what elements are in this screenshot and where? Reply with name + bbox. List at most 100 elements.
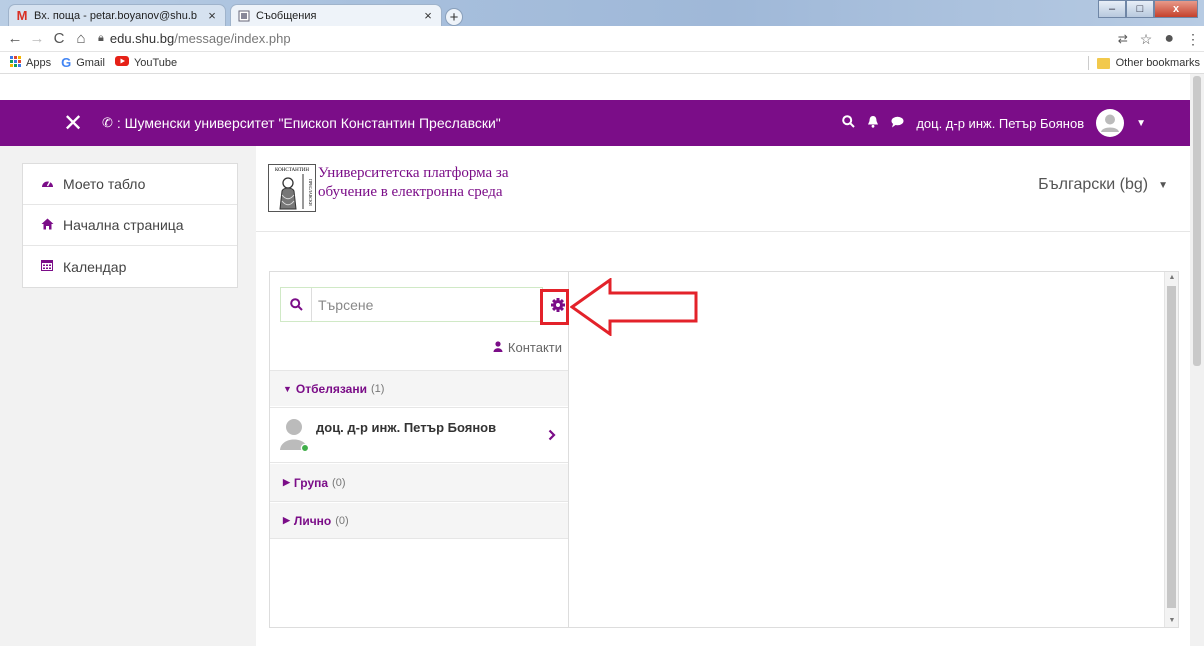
section-starred[interactable]: ▼ Отбелязани (1) [270,370,568,406]
avatar [278,416,310,457]
back-icon[interactable]: ← [4,30,26,47]
bookmark-youtube[interactable]: YouTube [114,56,178,69]
address-bar: ← → C ⌂ 🔒︎ edu.shu.bg/message/index.php … [0,26,1204,52]
bookmark-label: Gmail [76,56,105,69]
chevron-down-icon: ▼ [1158,179,1168,191]
caret-right-icon: ▶ [283,477,290,487]
home-button-icon[interactable]: ⌂ [70,30,92,47]
conversation-scrollbar[interactable]: ▲ ▼ [1164,272,1178,627]
dashboard-icon [41,177,59,192]
svg-text:ПРЕСЛАВСКИ: ПРЕСЛАВСКИ [308,179,313,206]
section-count: (1) [370,382,385,395]
bookmark-apps[interactable]: Apps [10,55,52,70]
search-box [280,287,543,322]
contacts-label: Контакти [507,340,562,355]
close-drawer-icon[interactable]: ✕ [62,109,84,138]
profile-icon[interactable]: ● [1164,30,1174,48]
contacts-link[interactable]: Контакти [493,340,562,355]
forward-icon[interactable]: → [26,30,48,47]
search-icon[interactable] [842,115,856,131]
browser-menu-icon[interactable]: ⋮ [1186,31,1200,48]
chat-icon[interactable] [891,116,904,131]
calendar-icon [41,259,59,274]
bookmark-label: YouTube [133,56,178,69]
bookmark-gmail[interactable]: G Gmail [61,55,105,70]
tab-messages[interactable]: Съобщения × [230,4,442,26]
messaging-panel: Контакти ▼ Отбелязани (1) доц. д-р инж. … [269,271,1179,628]
page-body: Моето табло Начална страница Календар КО… [0,146,1190,646]
gmail-icon: M [16,8,28,23]
close-window-icon[interactable]: x [1154,0,1198,18]
browser-tab-strip: M Вх. поща - petar.boyanov@shu.b × Съобщ… [0,0,1204,26]
divider [1087,56,1089,70]
avatar[interactable] [1096,109,1125,137]
contact-name: доц. д-р инж. Петър Боянов [316,420,497,435]
university-logo[interactable]: КОНСТАНТИН ПРЕСЛАВСКИ [268,164,316,212]
youtube-icon [114,56,129,69]
org-name: : Шуменски университет "Епископ Констант… [116,115,501,131]
nav-item-dashboard[interactable]: Моето табло [23,164,237,205]
chevron-right-icon[interactable] [548,428,556,446]
maximize-icon[interactable]: □ [1126,0,1154,18]
section-personal[interactable]: ▶ Лично (0) [270,503,568,539]
other-bookmarks[interactable]: Other bookmarks [1087,52,1200,74]
section-count: (0) [332,476,346,489]
caret-down-icon: ▼ [283,383,292,394]
section-count: (0) [335,514,349,527]
folder-icon [1096,57,1110,69]
search-input[interactable] [311,288,542,321]
apps-grid-icon [10,55,21,70]
bookmarks-bar: Apps G Gmail YouTube Other bookmarks [0,52,1204,74]
reload-icon[interactable]: C [48,30,70,47]
user-name[interactable]: доц. д-р инж. Петър Боянов [916,116,1084,131]
home-icon [41,218,59,233]
scroll-thumb[interactable] [1193,76,1201,366]
contact-row[interactable]: доц. д-р инж. Петър Боянов [270,407,568,463]
nav-item-label: Начална страница [63,217,184,233]
user-icon [493,340,503,355]
nav-item-label: Календар [63,258,127,275]
section-group[interactable]: ▶ Група (0) [270,464,568,502]
other-bookmarks-label: Other bookmarks [1115,57,1200,69]
section-label: Група [293,475,329,490]
section-label: Лично [293,513,332,528]
section-label: Отбелязани [295,381,367,396]
scroll-thumb[interactable] [1167,286,1176,608]
google-g-icon: G [61,55,72,70]
bookmark-label: Apps [26,56,52,69]
scroll-down-icon[interactable]: ▼ [1165,615,1179,627]
page-scrollbar[interactable] [1190,74,1204,646]
tab-inbox[interactable]: M Вх. поща - petar.boyanov@shu.b × [8,4,226,26]
annotation-arrow [570,278,698,336]
nav-item-home[interactable]: Начална страница [23,205,237,246]
lock-icon: 🔒︎ [98,32,104,44]
new-tab-button[interactable]: + [445,8,463,26]
bell-icon[interactable] [867,115,879,131]
tab-title: Вх. поща - petar.boyanov@shu.b [34,9,198,22]
brand-header: КОНСТАНТИН ПРЕСЛАВСКИ Университетска пла… [256,146,1190,232]
url-field[interactable]: 🔒︎ edu.shu.bg/message/index.php [98,31,291,46]
close-tab-icon[interactable]: × [205,8,219,23]
window-controls: – □ x [1098,0,1198,18]
contacts-panel: Контакти ▼ Отбелязани (1) доц. д-р инж. … [270,272,569,627]
url-host: edu.shu.bg [109,31,175,46]
platform-title[interactable]: Университетска платформа за обучение в е… [318,164,508,202]
highlight-box [540,289,569,325]
minimize-icon[interactable]: – [1098,0,1126,18]
language-label: Български (bg) [1038,176,1149,193]
bookmark-star-icon[interactable]: ☆ [1140,31,1153,48]
caret-right-icon: ▶ [283,515,290,525]
nav-item-calendar[interactable]: Календар [23,246,237,287]
phone-icon: ✆ [102,115,113,130]
scroll-up-icon[interactable]: ▲ [1165,272,1179,284]
logo-text: КОНСТАНТИН [275,168,309,173]
site-header: ✕ ✆ : Шуменски университет "Епископ Конс… [0,100,1190,146]
platform-title-line1: Университетска платформа за [318,165,509,181]
language-selector[interactable]: Български (bg) ▼ [1038,176,1168,194]
platform-title-line2: обучение в електронна среда [318,184,503,200]
user-menu-caret-icon[interactable]: ▼ [1136,118,1146,129]
tab-title: Съобщения [256,9,317,22]
translate-icon[interactable]: ⇄ [1118,32,1128,46]
close-tab-icon[interactable]: × [421,8,435,23]
url-path: /message/index.php [174,31,291,46]
